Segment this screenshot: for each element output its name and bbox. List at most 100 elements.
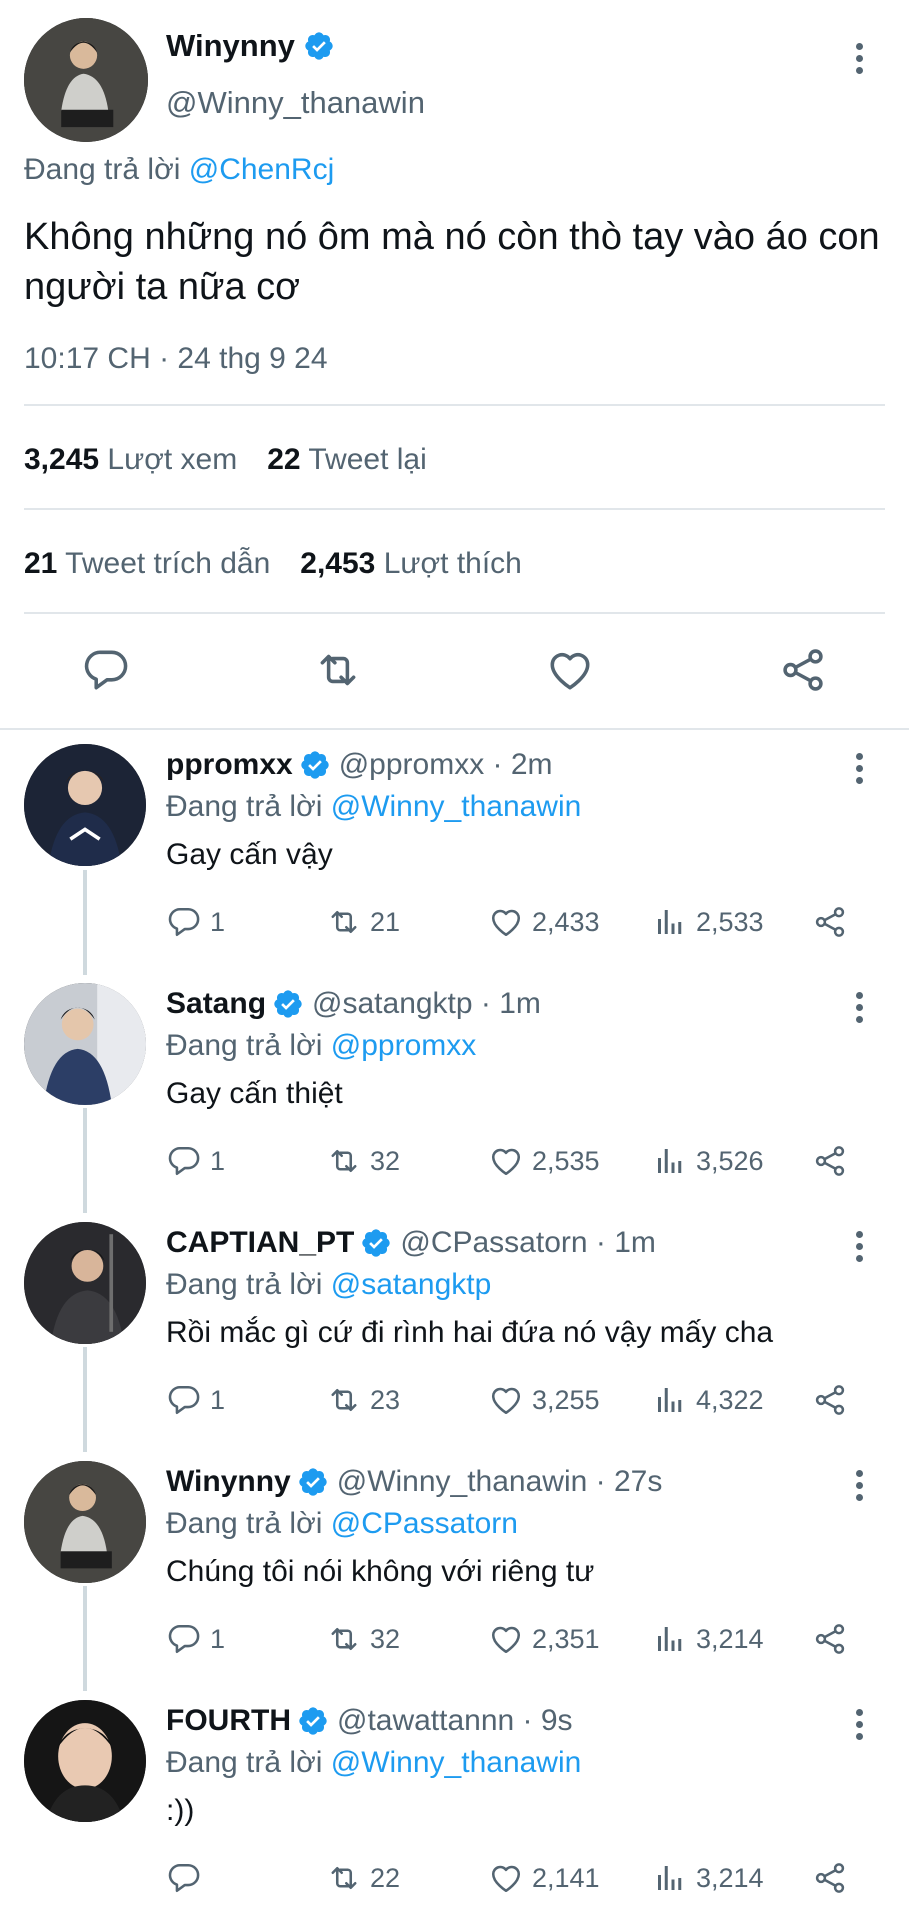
views-button[interactable]: 4,322 <box>652 1378 764 1422</box>
replying-prefix: Đang trả lời <box>166 1029 323 1062</box>
reply-header: Winynny @Winny_thanawin · 27s <box>166 1465 662 1499</box>
share-button[interactable] <box>812 1856 848 1900</box>
retweet-icon[interactable] <box>313 645 363 695</box>
like-button[interactable]: 2,141 <box>488 1856 600 1900</box>
more-vertical-icon[interactable] <box>844 38 874 78</box>
replying-to-link[interactable]: @ChenRcj <box>189 153 335 186</box>
verified-badge-icon <box>360 1227 392 1259</box>
views-button[interactable]: 3,214 <box>652 1856 764 1900</box>
stats-row-2: 21 Tweet trích dẫn 2,453 Lượt thích <box>24 547 522 581</box>
likes-stat[interactable]: 2,453 Lượt thích <box>300 547 522 581</box>
retweet-icon <box>326 904 362 940</box>
views-button[interactable]: 3,214 <box>652 1617 764 1661</box>
author-handle-time[interactable]: @tawattannn · 9s <box>337 1704 573 1738</box>
views-button[interactable]: 2,533 <box>652 900 764 944</box>
reply-tweet[interactable]: CAPTIAN_PT @CPassatorn · 1m Đang trả lời… <box>0 1208 909 1447</box>
retweets-stat[interactable]: 22 Tweet lại <box>267 443 427 477</box>
share-icon <box>812 904 848 940</box>
share-icon[interactable] <box>778 645 828 695</box>
retweet-button[interactable]: 21 <box>326 900 400 944</box>
comment-button[interactable]: 1 <box>166 1378 225 1422</box>
replying-to: Đang trả lời @CPassatorn <box>166 1507 518 1541</box>
avatar[interactable] <box>24 983 146 1105</box>
comment-count: 1 <box>210 1623 226 1654</box>
verified-badge-icon <box>299 749 331 781</box>
more-vertical-icon[interactable] <box>844 1226 874 1266</box>
comment-count: 1 <box>210 1384 226 1415</box>
reply-text: Gay cấn thiệt <box>166 1077 343 1110</box>
heart-icon[interactable] <box>545 645 595 695</box>
reply-tweet[interactable]: ppromxx @ppromxx · 2m Đang trả lời @Winn… <box>0 730 909 969</box>
comment-icon[interactable] <box>81 645 131 695</box>
replying-to: Đang trả lời @ppromxx <box>166 1029 476 1063</box>
avatar[interactable] <box>24 1461 146 1583</box>
heart-icon <box>488 1860 524 1896</box>
retweet-button[interactable]: 32 <box>326 1617 400 1661</box>
verified-badge-icon <box>297 1466 329 1498</box>
author-handle-time[interactable]: @Winny_thanawin · 27s <box>337 1465 663 1499</box>
retweet-button[interactable]: 23 <box>326 1378 400 1422</box>
like-count: 2,433 <box>532 906 600 937</box>
comment-button[interactable] <box>166 1856 210 1900</box>
replying-to-link[interactable]: @CPassatorn <box>331 1507 518 1540</box>
replying-to-link[interactable]: @satangktp <box>331 1268 492 1301</box>
share-button[interactable] <box>812 1378 848 1422</box>
author-handle[interactable]: @Winny_thanawin <box>166 85 425 121</box>
reply-text: Rồi mắc gì cứ đi rình hai đứa nó vậy mấy… <box>166 1316 774 1349</box>
quotes-stat[interactable]: 21 Tweet trích dẫn <box>24 547 270 581</box>
like-button[interactable]: 2,535 <box>488 1139 600 1183</box>
share-button[interactable] <box>812 900 848 944</box>
comment-button[interactable]: 1 <box>166 1617 225 1661</box>
share-button[interactable] <box>812 1617 848 1661</box>
retweet-button[interactable]: 22 <box>326 1856 400 1900</box>
reply-actions: 1 32 2,535 3,526 <box>166 1139 866 1183</box>
like-button[interactable]: 3,255 <box>488 1378 600 1422</box>
reply-actions: 1 32 2,351 3,214 <box>166 1617 866 1661</box>
more-vertical-icon[interactable] <box>844 1465 874 1505</box>
author-handle-time[interactable]: @CPassatorn · 1m <box>400 1226 656 1260</box>
reply-tweet[interactable]: Winynny @Winny_thanawin · 27s Đang trả l… <box>0 1447 909 1686</box>
retweet-button[interactable]: 32 <box>326 1139 400 1183</box>
replying-to-link[interactable]: @Winny_thanawin <box>331 790 582 823</box>
reply-tweet[interactable]: FOURTH @tawattannn · 9s Đang trả lời @Wi… <box>0 1686 909 1920</box>
avatar[interactable] <box>24 1700 146 1822</box>
tweet-timestamp[interactable]: 10:17 CH · 24 thg 9 24 <box>24 342 328 376</box>
views-stat[interactable]: 3,245 Lượt xem <box>24 443 237 477</box>
more-vertical-icon[interactable] <box>844 1704 874 1744</box>
like-button[interactable]: 2,433 <box>488 900 600 944</box>
like-button[interactable]: 2,351 <box>488 1617 600 1661</box>
replying-to-link[interactable]: @Winny_thanawin <box>331 1746 582 1779</box>
retweet-icon <box>326 1860 362 1896</box>
avatar[interactable] <box>24 18 148 142</box>
comment-button[interactable]: 1 <box>166 1139 225 1183</box>
verified-badge-icon <box>272 988 304 1020</box>
author-handle-time[interactable]: @ppromxx · 2m <box>339 748 553 782</box>
author-name-row[interactable]: Winynny <box>166 28 335 64</box>
replying-prefix: Đang trả lời <box>166 1268 323 1301</box>
author-name[interactable]: Winynny <box>166 28 295 64</box>
retweet-count: 21 <box>370 906 401 937</box>
more-vertical-icon[interactable] <box>844 748 874 788</box>
share-button[interactable] <box>812 1139 848 1183</box>
reply-tweet[interactable]: Satang @satangktp · 1m Đang trả lời @ppr… <box>0 969 909 1208</box>
comment-count: 1 <box>210 906 226 937</box>
comment-button[interactable]: 1 <box>166 900 225 944</box>
retweet-count: 23 <box>370 1384 401 1415</box>
comment-icon <box>166 1382 202 1418</box>
more-vertical-icon[interactable] <box>844 987 874 1027</box>
reply-header: CAPTIAN_PT @CPassatorn · 1m <box>166 1226 656 1260</box>
avatar[interactable] <box>24 1222 146 1344</box>
analytics-icon <box>652 904 688 940</box>
replying-prefix: Đang trả lời <box>166 1746 323 1779</box>
comment-icon <box>166 904 202 940</box>
author-handle-time[interactable]: @satangktp · 1m <box>312 987 541 1021</box>
author-name[interactable]: Winynny <box>166 1465 291 1499</box>
author-name[interactable]: ppromxx <box>166 748 293 782</box>
author-name[interactable]: FOURTH <box>166 1704 291 1738</box>
avatar[interactable] <box>24 744 146 866</box>
views-button[interactable]: 3,526 <box>652 1139 764 1183</box>
replying-to-link[interactable]: @ppromxx <box>331 1029 477 1062</box>
author-name[interactable]: Satang <box>166 987 266 1021</box>
avatar-photo <box>24 1222 146 1344</box>
author-name[interactable]: CAPTIAN_PT <box>166 1226 354 1260</box>
